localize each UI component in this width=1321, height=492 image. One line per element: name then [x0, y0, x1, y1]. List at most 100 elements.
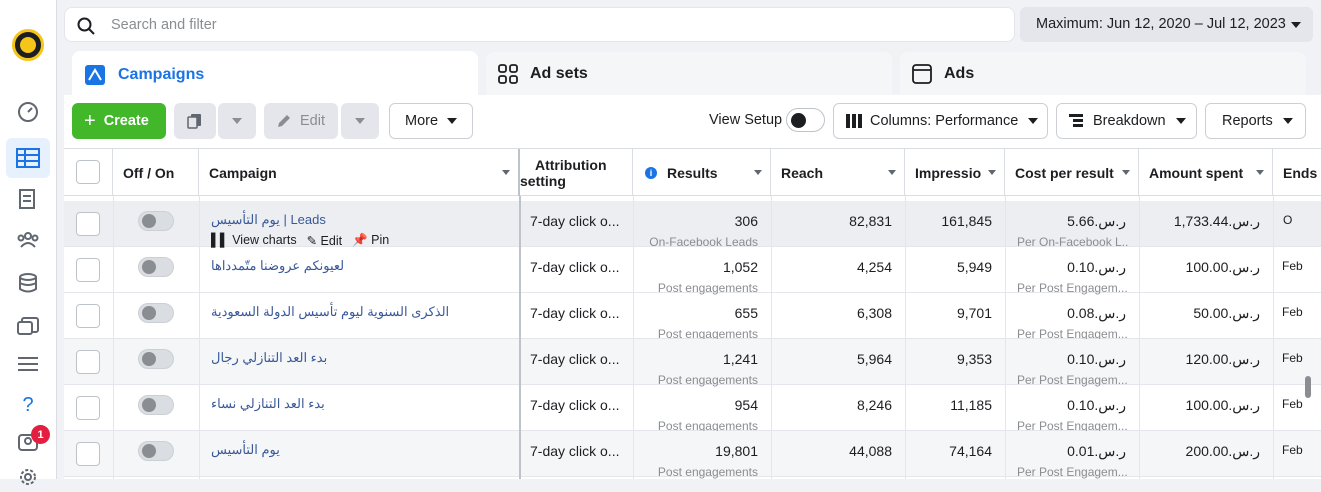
pages-icon[interactable] — [13, 184, 43, 214]
view-setup-toggle[interactable] — [786, 108, 825, 132]
table-row[interactable]: لعيونكم عروضنا متّمدداها 7-day click o..… — [64, 247, 1321, 295]
campaign-name-link[interactable]: يوم التأسيس — [211, 442, 511, 458]
vertical-scrollbar[interactable] — [1305, 376, 1311, 398]
view-charts-action[interactable]: ▌▌ View charts — [211, 233, 297, 248]
pin-label: Pin — [371, 233, 390, 247]
column-divider — [905, 196, 906, 479]
account-logo-icon[interactable] — [12, 29, 44, 61]
row-checkbox[interactable] — [76, 442, 100, 466]
more-button[interactable]: More — [389, 103, 473, 139]
search-filter-bar[interactable] — [64, 7, 1015, 42]
row-checkbox[interactable] — [76, 350, 100, 374]
settings-gear-icon[interactable] — [13, 462, 43, 492]
select-all-checkbox[interactable] — [76, 160, 100, 184]
table-row[interactable]: الذكرى السنوية ليوم تأسيس الدولة السعودي… — [64, 293, 1321, 341]
duplicate-button[interactable] — [174, 103, 216, 139]
spent-value: ر.س.120.00 — [1185, 351, 1260, 367]
help-icon[interactable]: ? — [13, 390, 43, 420]
media-library-icon[interactable] — [13, 310, 43, 340]
campaign-name-link[interactable]: لعيونكم عروضنا متّمدداها — [211, 258, 511, 274]
results-value: 19,801 — [715, 443, 758, 459]
spent-value: ر.س.50.00 — [1193, 305, 1260, 321]
campaign-toggle[interactable] — [138, 211, 174, 231]
tab-campaigns[interactable]: Campaigns — [72, 51, 478, 99]
cost-type: Per Post Engagem... — [1017, 465, 1128, 479]
col-reach-label: Reach — [781, 164, 824, 181]
row-checkbox[interactable] — [76, 396, 100, 420]
reports-label: Reports — [1222, 113, 1273, 129]
breakdown-button[interactable]: Breakdown — [1056, 103, 1197, 139]
table-row[interactable]: يوم التأسيس 7-day click o... 19,801 Post… — [64, 431, 1321, 479]
create-button[interactable]: + Create — [72, 103, 166, 139]
reach-value: 6,308 — [856, 305, 892, 321]
tab-ads[interactable]: Ads — [900, 52, 1306, 96]
sort-icon — [888, 170, 896, 175]
col-spent-label: Amount spent — [1149, 164, 1244, 181]
duplicate-dropdown[interactable] — [218, 103, 256, 139]
campaign-name-link[interactable]: الذكرى السنوية ليوم تأسيس الدولة السعودي… — [211, 304, 511, 320]
menu-lines-icon[interactable] — [13, 349, 43, 379]
col-spent-header[interactable]: Amount spent — [1139, 149, 1273, 196]
audiences-icon[interactable] — [13, 225, 43, 255]
left-nav-rail: ? 1 — [0, 0, 57, 485]
col-campaign-header[interactable]: Campaign — [199, 149, 520, 196]
cost-value: ر.س.5.66 — [1067, 213, 1126, 229]
info-icon: i — [645, 166, 657, 179]
edit-button[interactable]: Edit — [264, 103, 338, 139]
tab-ad-sets-label: Ad sets — [530, 65, 588, 82]
col-impressions-header[interactable]: Impressio — [905, 149, 1005, 196]
edit-dropdown[interactable] — [341, 103, 379, 139]
tab-ad-sets[interactable]: Ad sets — [486, 52, 892, 96]
reports-button[interactable]: Reports — [1205, 103, 1306, 139]
col-toggle-header[interactable]: Off / On — [113, 149, 199, 196]
campaign-name-link[interactable]: بدء العد التنازلي نساء — [211, 396, 511, 412]
ends-value: Feb — [1282, 259, 1303, 273]
col-attribution-header[interactable]: Attribution setting — [520, 149, 633, 196]
cost-value: ر.س.0.10 — [1067, 351, 1126, 367]
campaign-toggle[interactable] — [138, 303, 174, 323]
notification-badge: 1 — [31, 425, 50, 444]
reach-value: 8,246 — [856, 397, 892, 413]
campaign-toggle[interactable] — [138, 395, 174, 415]
columns-button[interactable]: Columns: Performance — [833, 103, 1048, 139]
results-value: 1,052 — [722, 259, 758, 275]
select-all-cell — [64, 149, 113, 196]
table-header: Off / On Campaign Attribution setting i … — [64, 148, 1321, 196]
date-range-label: Maximum: Jun 12, 2020 – Jul 12, 2023 — [1036, 16, 1286, 32]
table-row[interactable]: بدء العد التنازلي نساء 7-day click o... … — [64, 385, 1321, 433]
results-type: Post engagements — [657, 465, 758, 479]
ends-value: Feb — [1282, 305, 1303, 319]
billing-stack-icon[interactable] — [13, 268, 43, 298]
frozen-column-divider — [519, 196, 521, 479]
row-checkbox[interactable] — [76, 212, 100, 236]
column-divider — [199, 196, 200, 479]
row-checkbox[interactable] — [76, 258, 100, 282]
col-reach-header[interactable]: Reach — [771, 149, 905, 196]
search-input[interactable] — [109, 14, 989, 36]
campaign-toggle[interactable] — [138, 441, 174, 461]
sort-icon — [1256, 170, 1264, 175]
col-cost-header[interactable]: Cost per result — [1005, 149, 1139, 196]
campaigns-table-icon[interactable] — [6, 138, 50, 178]
campaign-name-link[interactable]: بدء العد التنازلي رجال — [211, 350, 511, 366]
row-hover-actions: ▌▌ View charts ✎ Edit 📌 Pin — [211, 233, 389, 248]
breakdown-icon — [1069, 114, 1083, 127]
pin-action[interactable]: 📌 Pin — [352, 233, 389, 248]
table-row[interactable]: بدء العد التنازلي رجال 7-day click o... … — [64, 339, 1321, 387]
campaign-toggle[interactable] — [138, 349, 174, 369]
dashboard-gauge-icon[interactable] — [13, 97, 43, 127]
table-row[interactable]: يوم التأسيس | Leads ▌▌ View charts ✎ Edi… — [64, 201, 1321, 249]
campaign-name-link[interactable]: يوم التأسيس | Leads — [211, 212, 511, 228]
col-ends-header[interactable]: Ends — [1273, 149, 1321, 196]
spent-value: ر.س.100.00 — [1185, 259, 1260, 275]
ends-value: Feb — [1282, 397, 1303, 411]
edit-row-action[interactable]: ✎ Edit — [307, 233, 343, 248]
chevron-down-icon — [1282, 118, 1293, 124]
row-checkbox[interactable] — [76, 304, 100, 328]
cost-value: ر.س.0.10 — [1067, 259, 1126, 275]
date-range-selector[interactable]: Maximum: Jun 12, 2020 – Jul 12, 2023 — [1020, 7, 1313, 42]
search-icon — [77, 17, 95, 35]
campaign-toggle[interactable] — [138, 257, 174, 277]
col-results-header[interactable]: i Results — [633, 149, 771, 196]
columns-label: Columns: Performance — [870, 113, 1019, 129]
